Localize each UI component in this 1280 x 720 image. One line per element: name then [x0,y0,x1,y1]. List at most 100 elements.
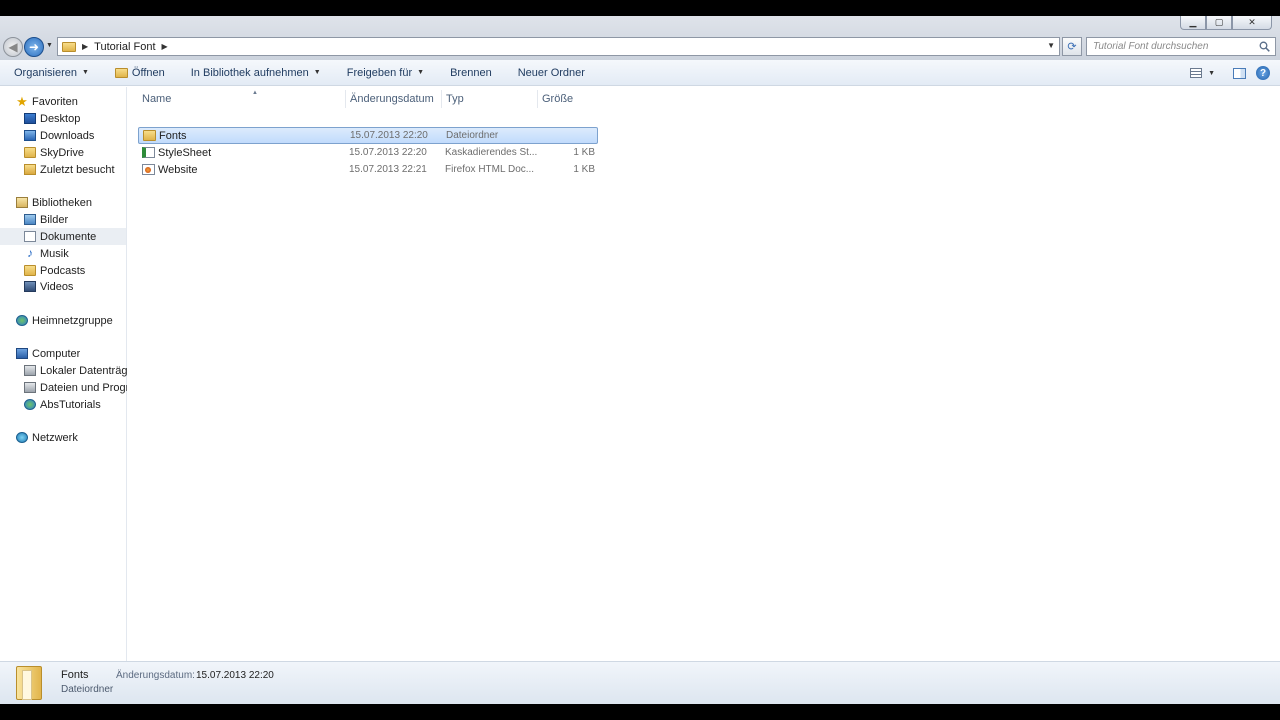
sidebar-item-label: Heimnetzgruppe [32,314,113,327]
sidebar-item-music[interactable]: ♪ Musik [24,245,69,262]
file-size: 1 KB [573,164,595,175]
sidebar-item-abstutorials[interactable]: AbsTutorials [24,396,101,413]
star-icon: ★ [16,94,28,109]
file-date: 15.07.2013 22:21 [349,164,427,175]
sidebar-item-label: SkyDrive [40,146,85,159]
sidebar-item-favorites[interactable]: ★ Favoriten [16,93,78,110]
desktop-icon [24,113,36,124]
table-row[interactable]: Website 15.07.2013 22:21 Firefox HTML Do… [138,161,598,178]
search-input[interactable] [1087,41,1247,52]
sidebar-item-libraries[interactable]: Bibliotheken [16,194,92,211]
sidebar-item-label: Desktop [40,112,81,125]
sort-ascending-icon: ▲ [252,90,258,96]
file-name: StyleSheet [158,146,212,159]
sidebar-item-computer[interactable]: Computer [16,345,80,362]
sidebar-item-videos[interactable]: Videos [24,278,73,295]
organize-button[interactable]: Organisieren ▼ [0,60,101,86]
firefox-html-file-icon [142,164,155,175]
column-header-date[interactable]: Änderungsdatum [350,90,440,108]
hard-drive-icon [24,365,36,376]
sidebar-item-downloads[interactable]: Downloads [24,127,94,144]
new-folder-button[interactable]: Neuer Ordner [504,60,597,86]
folder-large-icon [16,666,42,700]
sidebar-item-label: Netzwerk [32,431,78,444]
sidebar-item-label: Computer [32,347,81,360]
sidebar-item-pictures[interactable]: Bilder [24,211,68,228]
libraries-icon [16,197,28,208]
open-button[interactable]: Öffnen [101,60,177,86]
sidebar-item-podcasts[interactable]: Podcasts [24,262,85,279]
sidebar-item-programs-drive[interactable]: Dateien und Progran [24,379,127,396]
new-folder-label: Neuer Ordner [517,66,585,79]
breadcrumb-tutorial-font[interactable]: Tutorial Font [94,41,155,53]
column-divider[interactable] [345,90,346,108]
burn-label: Brennen [450,66,492,79]
network-drive-icon [24,399,36,410]
title-area: ▁ ▢ ✕ ◀ ➜ ▼ ▶ Tutorial Font ▶ ▼ ⟳ [0,16,1280,60]
folder-icon [62,41,76,52]
burn-button[interactable]: Brennen [436,60,504,86]
sidebar-item-label: Favoriten [32,95,78,108]
video-icon [24,281,36,292]
sidebar-item-network[interactable]: Netzwerk [16,429,78,446]
sidebar-item-documents[interactable]: Dokumente [0,228,126,245]
network-icon [16,432,28,443]
column-header-label: Typ [446,93,464,105]
homegroup-icon [16,315,28,326]
address-bar[interactable]: ▶ Tutorial Font ▶ ▼ [57,37,1060,56]
organize-label: Organisieren [14,66,77,79]
command-bar: Organisieren ▼ Öffnen In Bibliothek aufn… [0,60,1280,86]
sidebar-item-label: AbsTutorials [40,398,101,411]
sidebar-item-desktop[interactable]: Desktop [24,110,80,127]
sidebar-item-skydrive[interactable]: SkyDrive [24,144,84,161]
column-header-type[interactable]: Typ [446,90,536,108]
address-dropdown-icon[interactable]: ▼ [1047,41,1055,50]
minimize-button[interactable]: ▁ [1180,16,1206,30]
sidebar-item-label: Dokumente [40,230,97,243]
top-black-bar [0,0,1280,16]
details-name: Fonts [61,669,89,681]
table-row[interactable]: StyleSheet 15.07.2013 22:20 Kaskadierend… [138,144,598,161]
details-pane: Fonts Dateiordner Änderungsdatum: 15.07.… [0,661,1280,704]
refresh-button[interactable]: ⟳ [1062,37,1082,56]
table-row[interactable]: Fonts 15.07.2013 22:20 Dateiordner [138,127,598,144]
help-icon[interactable]: ? [1256,66,1270,80]
sidebar-item-label: Bibliotheken [32,196,92,209]
view-options-icon[interactable] [1190,68,1203,78]
preview-pane-icon[interactable] [1233,67,1246,79]
include-in-library-button[interactable]: In Bibliothek aufnehmen ▼ [177,60,333,86]
search-box[interactable] [1086,37,1276,56]
sidebar-item-label: Videos [40,280,74,293]
sidebar-item-homegroup[interactable]: Heimnetzgruppe [16,312,113,329]
chevron-down-icon: ▼ [313,69,321,76]
sidebar-item-recent[interactable]: Zuletzt besucht [24,161,115,178]
forward-arrow-icon: ➜ [28,40,40,54]
maximize-button[interactable]: ▢ [1206,16,1232,30]
breadcrumb-chevron-icon[interactable]: ▶ [82,42,88,51]
view-dropdown-icon[interactable]: ▼ [1208,70,1215,77]
music-note-icon: ♪ [27,246,33,260]
chevron-down-icon: ▼ [417,69,425,76]
share-with-button[interactable]: Freigeben für ▼ [333,60,436,86]
column-divider[interactable] [537,90,538,108]
chevron-down-icon: ▼ [81,69,89,76]
pictures-icon [24,214,36,225]
explorer-window: ▁ ▢ ✕ ◀ ➜ ▼ ▶ Tutorial Font ▶ ▼ ⟳ Tutori… [0,16,1280,704]
recent-pages-dropdown[interactable]: ▼ [46,42,53,49]
column-header-label: Änderungsdatum [350,93,434,105]
file-date: 15.07.2013 22:20 [350,130,428,141]
search-icon[interactable] [1259,41,1270,52]
folder-open-icon [114,67,128,78]
column-header-name[interactable]: Name ▲ [142,90,342,108]
column-divider[interactable] [441,90,442,108]
sidebar-item-local-disk[interactable]: Lokaler Datenträger [24,362,137,379]
column-header-size[interactable]: Größe [542,90,602,108]
sidebar-item-label: Podcasts [40,264,86,277]
back-button[interactable]: ◀ [3,37,23,57]
close-button[interactable]: ✕ [1232,16,1272,30]
computer-icon [16,348,28,359]
file-type: Dateiordner [446,130,499,141]
breadcrumb-chevron-icon[interactable]: ▶ [162,42,168,51]
sidebar-item-label: Downloads [40,129,95,142]
forward-button[interactable]: ➜ [24,37,44,57]
